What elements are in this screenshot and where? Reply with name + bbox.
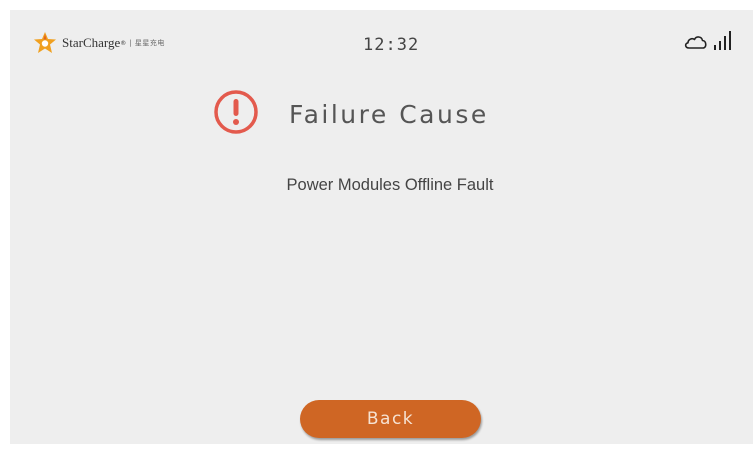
signal-bars-icon: [713, 29, 733, 51]
cloud-icon: [683, 33, 709, 51]
starcharge-logo-icon: [33, 31, 57, 55]
exclamation-circle-icon: [213, 89, 259, 139]
brand-mark: ®: [120, 39, 127, 47]
brand-sub: | 星星充电: [129, 39, 165, 47]
failure-header: Failure Cause: [213, 89, 489, 139]
status-icons: [683, 29, 733, 51]
page-title: Failure Cause: [289, 99, 489, 129]
failure-cause-text: Power Modules Offline Fault: [286, 176, 494, 194]
brand-logo: StarCharge ® | 星星充电: [33, 31, 165, 55]
clock: 12:32: [363, 35, 420, 55]
screen: StarCharge ® | 星星充电 12:32 Failure Cause …: [10, 10, 753, 444]
brand-name: StarCharge: [62, 35, 121, 50]
back-button[interactable]: Back: [300, 400, 481, 438]
